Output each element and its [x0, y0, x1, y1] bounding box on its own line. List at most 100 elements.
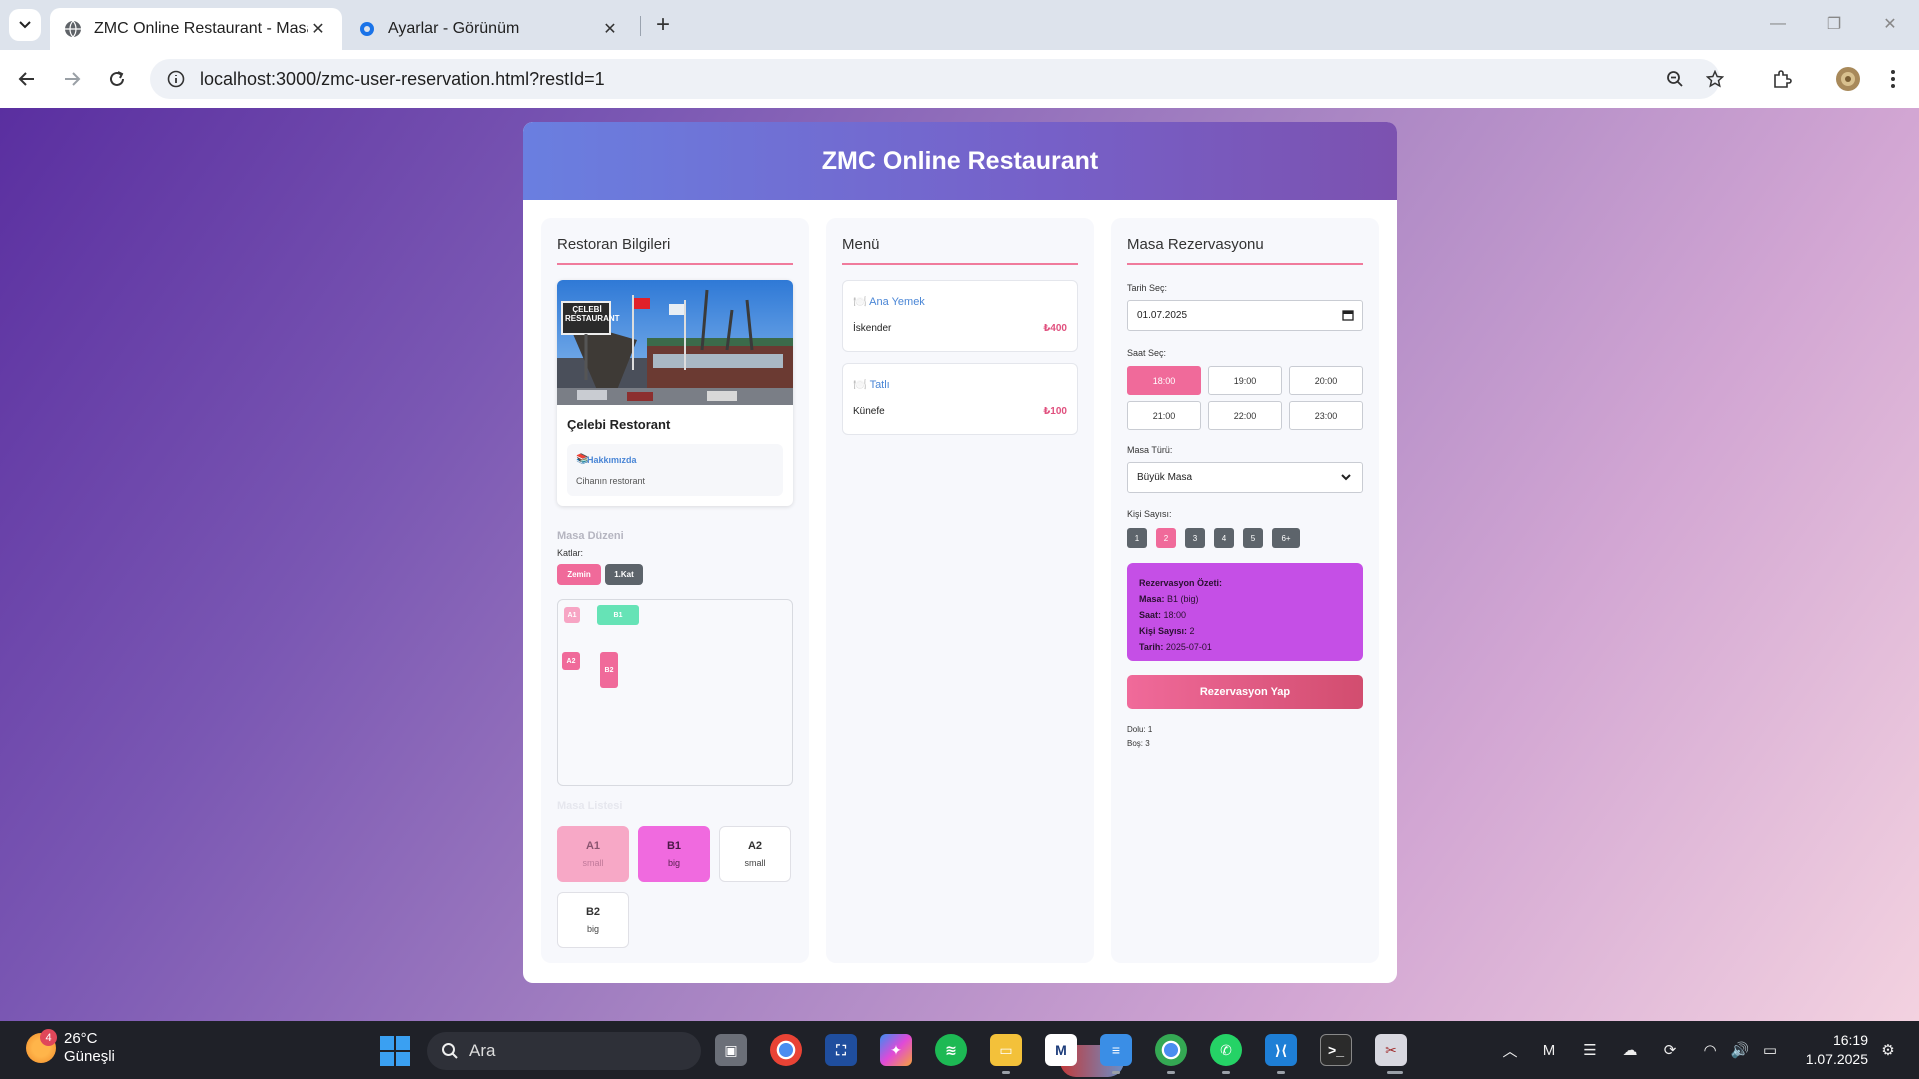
floor-button-zemin[interactable]: Zemin	[557, 564, 601, 585]
map-table-a1[interactable]: A1	[564, 607, 580, 623]
bookmark-star-icon[interactable]	[1698, 59, 1732, 99]
table-card-b2[interactable]: B2 big	[557, 892, 629, 948]
people-button-6plus[interactable]: 6+	[1272, 528, 1300, 548]
snipping-tool-icon[interactable]: ✂	[1375, 1034, 1407, 1066]
people-button-1[interactable]: 1	[1127, 528, 1147, 548]
tray-overflow-icon[interactable]: ︿	[1498, 1038, 1522, 1062]
people-button-4[interactable]: 4	[1214, 528, 1234, 548]
about-title: Hakkımızda	[587, 455, 637, 465]
back-arrow-icon	[18, 72, 34, 86]
clock-time: 16:19	[1832, 1032, 1868, 1048]
floors-label: Katlar:	[557, 548, 584, 558]
vscode-icon[interactable]: ⟩⟨	[1265, 1034, 1297, 1066]
weather-temp: 26°C	[64, 1030, 98, 1047]
start-button[interactable]	[380, 1036, 410, 1066]
menu-section-title: Menü	[842, 236, 1078, 265]
tab-search-button[interactable]	[9, 9, 41, 41]
chevron-down-icon	[19, 21, 31, 29]
calendar-icon[interactable]	[1342, 309, 1354, 324]
minimize-button[interactable]: —	[1758, 8, 1798, 40]
onedrive-icon[interactable]: ☁	[1618, 1038, 1642, 1062]
map-table-b1[interactable]: B1	[597, 605, 639, 625]
restore-button[interactable]: ❐	[1814, 8, 1854, 40]
sliders-icon[interactable]: ☰	[1578, 1038, 1602, 1062]
forward-button[interactable]	[56, 63, 88, 95]
summary-tarih-label: Tarih:	[1139, 642, 1164, 652]
time-slot-2200[interactable]: 22:00	[1208, 401, 1282, 430]
browser-tab-bar: ZMC Online Restaurant - Masa Rezervasyon…	[0, 0, 1919, 50]
table-card-b1[interactable]: B1 big	[638, 826, 710, 882]
table-type-select[interactable]: Büyük Masa	[1127, 462, 1363, 493]
close-tab-icon[interactable]: ✕	[600, 19, 620, 39]
table-card-a2[interactable]: A2 small	[719, 826, 791, 882]
app-m-tray-icon[interactable]: M	[1537, 1038, 1561, 1062]
map-table-a2[interactable]: A2	[562, 652, 580, 670]
tab-settings[interactable]: Ayarlar - Görünüm ✕	[344, 8, 634, 50]
notifications-icon[interactable]: ⚙	[1876, 1038, 1900, 1062]
running-indicator	[1112, 1071, 1120, 1074]
time-slot-1800[interactable]: 18:00	[1127, 366, 1201, 395]
summary-saat-label: Saat:	[1139, 610, 1162, 620]
zoom-icon[interactable]	[1658, 59, 1692, 99]
wifi-icon[interactable]: ◠	[1698, 1038, 1722, 1062]
terminal-icon[interactable]: >_	[1320, 1034, 1352, 1066]
map-table-b2[interactable]: B2	[600, 652, 618, 688]
menu-category-name: 🍽️ Ana Yemek	[853, 296, 925, 308]
restaurant-card: ÇELEBİ RESTAURANT Çelebi Restorant 📚 Hak…	[557, 280, 793, 506]
weather-desc: Güneşli	[64, 1048, 115, 1065]
make-reservation-button[interactable]: Rezervasyon Yap	[1127, 675, 1363, 709]
taskbar-search[interactable]: Ara	[427, 1032, 1124, 1077]
time-slot-2000[interactable]: 20:00	[1289, 366, 1363, 395]
restaurant-section-title: Restoran Bilgileri	[557, 236, 793, 265]
table-card-name: A1	[585, 840, 601, 852]
table-type-label: Masa Türü:	[1127, 445, 1173, 455]
profile-avatar[interactable]	[1831, 63, 1865, 95]
app-m-icon[interactable]: M	[1045, 1034, 1077, 1066]
whatsapp-icon[interactable]: ✆	[1210, 1034, 1242, 1066]
weather-widget[interactable]: 4 26°C Güneşli	[26, 1029, 115, 1066]
sync-icon[interactable]: ⟳	[1658, 1038, 1682, 1062]
site-info-icon[interactable]	[156, 70, 196, 88]
extensions-icon[interactable]	[1765, 63, 1799, 95]
tab-reservation[interactable]: ZMC Online Restaurant - Masa Rezervasyon…	[50, 8, 342, 50]
reload-button[interactable]	[101, 63, 133, 95]
system-clock[interactable]: 16:19 1.07.2025	[1796, 1031, 1868, 1069]
occupied-count: Dolu: 1	[1127, 725, 1153, 734]
task-view-icon[interactable]: ▣	[715, 1034, 747, 1066]
table-card-a1[interactable]: A1 small	[557, 826, 629, 882]
time-slot-2100[interactable]: 21:00	[1127, 401, 1201, 430]
date-input[interactable]: 01.07.2025	[1127, 300, 1363, 331]
time-slot-1900[interactable]: 19:00	[1208, 366, 1282, 395]
layout-section-title: Masa Düzeni	[557, 530, 624, 542]
back-button[interactable]	[11, 63, 43, 95]
spotify-icon[interactable]: ≋	[935, 1034, 967, 1066]
people-button-2[interactable]: 2	[1156, 528, 1176, 548]
chrome-profile-icon[interactable]	[1155, 1034, 1187, 1066]
store-icon[interactable]: ⛶	[825, 1034, 857, 1066]
menu-item-name: İskender	[853, 323, 892, 334]
volume-icon[interactable]: 🔊	[1728, 1038, 1752, 1062]
time-label: Saat Seç:	[1127, 348, 1167, 358]
battery-icon[interactable]: ▭	[1758, 1038, 1782, 1062]
people-button-3[interactable]: 3	[1185, 528, 1205, 548]
table-card-name: B1	[666, 840, 682, 852]
restaurant-name: Çelebi Restorant	[567, 417, 671, 432]
clock-date: 1.07.2025	[1805, 1051, 1868, 1067]
people-label: Kişi Sayısı:	[1127, 509, 1172, 519]
about-text: Cihanın restorant	[576, 476, 646, 486]
app-container: ZMC Online Restaurant Restoran Bilgileri	[523, 122, 1397, 983]
file-explorer-icon[interactable]: ▭	[990, 1034, 1022, 1066]
floor-button-1kat[interactable]: 1.Kat	[605, 564, 643, 585]
people-button-5[interactable]: 5	[1243, 528, 1263, 548]
new-tab-button[interactable]: +	[648, 10, 678, 40]
menu-category-card: 🍽️ Tatlı Künefe ₺100	[842, 363, 1078, 435]
close-window-button[interactable]: ✕	[1870, 8, 1910, 40]
menu-kebab-icon[interactable]	[1876, 63, 1910, 95]
copilot-icon[interactable]: ✦	[880, 1034, 912, 1066]
chrome-icon[interactable]	[770, 1034, 802, 1066]
close-tab-icon[interactable]: ✕	[308, 19, 328, 39]
address-bar[interactable]: localhost:3000/zmc-user-reservation.html…	[150, 59, 1724, 99]
time-slot-2300[interactable]: 23:00	[1289, 401, 1363, 430]
notepad-icon[interactable]: ≡	[1100, 1034, 1132, 1066]
summary-masa-value: B1 (big)	[1167, 594, 1199, 604]
